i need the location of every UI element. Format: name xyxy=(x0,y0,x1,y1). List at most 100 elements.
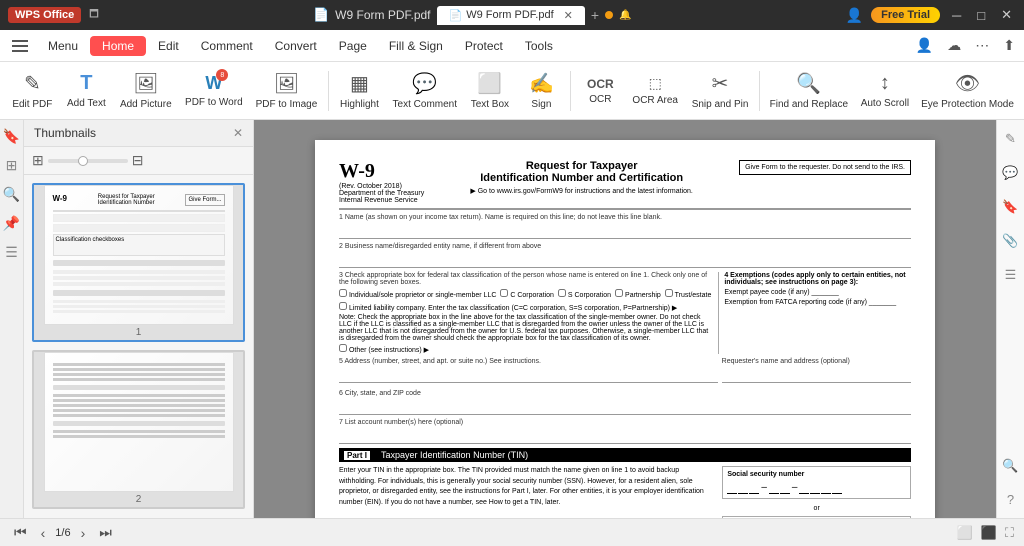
auto-scroll-button[interactable]: ↕ Auto Scroll xyxy=(855,68,915,113)
text-box-button[interactable]: ⬜ Text Box xyxy=(464,67,515,114)
cloud-icon[interactable]: ☁ xyxy=(942,35,966,56)
thumbnail-page-2[interactable]: 2 xyxy=(32,350,245,509)
w9-field1-input xyxy=(339,225,911,239)
first-page-button[interactable]: ⏮ xyxy=(10,524,31,541)
w9-check-ccorp[interactable]: C Corporation xyxy=(500,289,554,299)
snip-pin-button[interactable]: ✂ Snip and Pin xyxy=(686,67,754,114)
w9-exempt-payee: Exempt payee code (if any) _______ xyxy=(724,289,911,296)
text-box-icon: ⬜ xyxy=(477,71,502,96)
ocr-area-label: OCR Area xyxy=(632,95,678,106)
menu-item-menu[interactable]: Menu xyxy=(38,35,88,57)
sidebar-thumb-small-icon[interactable]: ⊞ xyxy=(32,152,44,169)
menu-item-page[interactable]: Page xyxy=(329,35,377,57)
thumbnail-page-1[interactable]: W-9 Request for TaxpayerIdentification N… xyxy=(32,183,245,342)
last-page-button[interactable]: ⏭ xyxy=(95,524,116,541)
w9-check-other[interactable]: Other (see instructions) ▶ xyxy=(339,347,429,354)
pdf-to-image-button[interactable]: 🖼 PDF to Image xyxy=(250,67,323,114)
right-layers-icon[interactable]: ☰ xyxy=(1002,264,1020,286)
bookmark-icon[interactable]: 🔖 xyxy=(3,128,20,145)
sidebar-close-icon[interactable]: ✕ xyxy=(233,126,243,140)
w9-check-partnership[interactable]: Partnership xyxy=(615,289,661,299)
share-icon[interactable]: 👤 xyxy=(911,35,938,56)
pdf-to-word-button[interactable]: W 8 PDF to Word xyxy=(179,69,248,112)
menu-item-edit[interactable]: Edit xyxy=(148,35,189,57)
w9-form-number: W-9 xyxy=(339,160,424,183)
add-text-label: Add Text xyxy=(67,98,106,109)
right-bookmark-icon[interactable]: 🔖 xyxy=(999,196,1021,218)
right-edit-icon[interactable]: ✎ xyxy=(1002,128,1019,150)
file-tab[interactable]: 📄 W9 Form PDF.pdf ✕ xyxy=(437,6,585,25)
annotation-icon[interactable]: 📌 xyxy=(3,215,20,232)
menu-item-comment[interactable]: Comment xyxy=(191,35,263,57)
w9-ssn-dash2: – xyxy=(792,482,798,493)
free-trial-button[interactable]: Free Trial xyxy=(871,7,940,23)
menu-item-home[interactable]: Home xyxy=(90,36,146,56)
right-zoom-in-icon[interactable]: 🔍 xyxy=(999,455,1021,477)
ocr-area-button[interactable]: ⬚ OCR Area xyxy=(626,71,684,110)
w9-part1-header: Part I Taxpayer Identification Number (T… xyxy=(339,448,911,462)
right-attachment-icon[interactable]: 📎 xyxy=(999,230,1021,252)
menu-item-tools[interactable]: Tools xyxy=(515,35,563,57)
minimize-button[interactable]: ─ xyxy=(948,8,965,23)
ocr-button[interactable]: OCR OCR xyxy=(576,73,624,109)
w9-check-trust[interactable]: Trust/estate xyxy=(665,289,712,299)
prev-page-button[interactable]: ‹ xyxy=(37,525,50,541)
w9-ssn-digit xyxy=(727,480,737,494)
sign-button[interactable]: ✍ Sign xyxy=(517,67,565,114)
sidebar-header: Thumbnails ✕ xyxy=(24,120,253,147)
add-picture-button[interactable]: 🖼 Add Picture xyxy=(114,67,177,114)
menu-item-protect[interactable]: Protect xyxy=(455,35,513,57)
add-text-button[interactable]: T Add Text xyxy=(61,68,112,113)
thumbnail-icon[interactable]: ⊞ xyxy=(6,157,18,174)
more-icon[interactable]: ⋯ xyxy=(970,35,994,56)
maximize-button[interactable]: □ xyxy=(973,8,989,23)
right-comment-icon[interactable]: 💬 xyxy=(999,162,1021,184)
fullscreen-icon[interactable]: ⛶ xyxy=(1005,525,1014,541)
layers-icon[interactable]: ☰ xyxy=(5,244,18,261)
pdf-to-word-label: PDF to Word xyxy=(185,97,243,108)
w9-requester-label: Requester's name and address (optional) xyxy=(722,358,911,365)
hamburger-menu[interactable] xyxy=(4,36,36,56)
w9-exemptions-label: 4 Exemptions (codes apply only to certai… xyxy=(724,272,911,286)
expand-icon[interactable]: ⬆ xyxy=(998,35,1020,56)
w9-classification-row: 3 Check appropriate box for federal tax … xyxy=(339,272,911,354)
menu-item-fill-sign[interactable]: Fill & Sign xyxy=(379,35,453,57)
w9-classification-options: Individual/sole proprietor or single-mem… xyxy=(339,289,712,299)
sidebar-title: Thumbnails xyxy=(34,126,96,140)
zoom-slider-knob[interactable] xyxy=(78,156,88,166)
w9-ssn-part1 xyxy=(727,480,759,494)
w9-form-title: Request for Taxpayer Identification Numb… xyxy=(424,160,739,195)
pdf-to-image-icon: 🖼 xyxy=(274,71,299,96)
highlight-button[interactable]: ▦ Highlight xyxy=(334,67,386,114)
w9-check-scorp[interactable]: S Corporation xyxy=(558,289,611,299)
w9-form-id: W-9 (Rev. October 2018) Department of th… xyxy=(339,160,424,204)
w9-check-llc[interactable]: Limited liability company. Enter the tax… xyxy=(339,305,677,312)
wps-logo[interactable]: WPS Office xyxy=(8,7,81,23)
text-comment-button[interactable]: 💬 Text Comment xyxy=(387,67,462,114)
double-page-view-icon[interactable]: ⬛ xyxy=(981,525,997,541)
menu-item-convert[interactable]: Convert xyxy=(265,35,327,57)
search-left-icon[interactable]: 🔍 xyxy=(3,186,20,203)
account-icon[interactable]: 👤 xyxy=(846,7,863,24)
eye-protection-button[interactable]: 👁 Eye Protection Mode xyxy=(917,67,1018,114)
zoom-slider[interactable] xyxy=(48,159,128,163)
sidebar-thumb-large-icon[interactable]: ⊟ xyxy=(132,152,144,169)
right-panel: ✎ 💬 🔖 📎 ☰ 🔍 ? xyxy=(996,120,1024,518)
w9-url: ▶ Go to www.irs.gov/FormW9 for instructi… xyxy=(424,187,739,195)
w9-ssn-digit xyxy=(799,480,809,494)
new-tab-button[interactable]: + xyxy=(591,7,599,23)
w9-check-individual[interactable]: Individual/sole proprietor or single-mem… xyxy=(339,289,496,299)
close-window-button[interactable]: ✕ xyxy=(997,7,1016,23)
close-tab-icon[interactable]: ✕ xyxy=(564,9,573,22)
w9-field2-section: 2 Business name/disregarded entity name,… xyxy=(339,243,911,268)
right-help-icon[interactable]: ? xyxy=(1004,489,1017,510)
w9-ssn-dash1: – xyxy=(761,482,767,493)
single-page-view-icon[interactable]: ⬜ xyxy=(957,525,973,541)
ocr-label: OCR xyxy=(589,94,611,105)
add-picture-label: Add Picture xyxy=(120,99,172,110)
edit-pdf-button[interactable]: ✎ Edit PDF xyxy=(6,67,59,114)
snip-pin-label: Snip and Pin xyxy=(692,99,749,110)
find-replace-button[interactable]: 🔍 Find and Replace xyxy=(765,67,853,114)
pdf-viewer[interactable]: W-9 (Rev. October 2018) Department of th… xyxy=(254,120,996,518)
next-page-button[interactable]: › xyxy=(77,525,90,541)
